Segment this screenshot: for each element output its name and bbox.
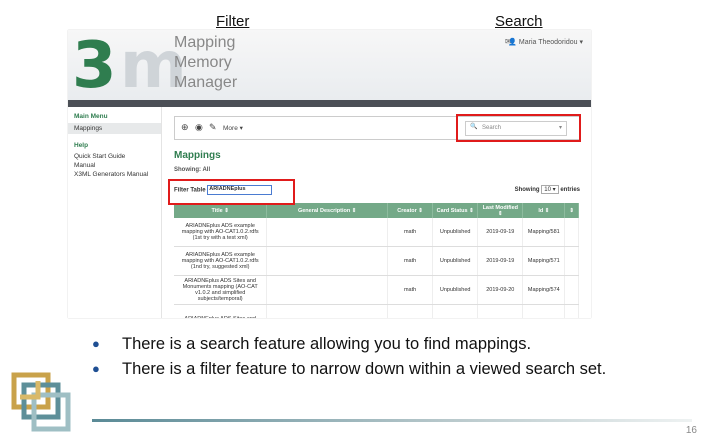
table-row[interactable]: ARIADNEplus ADS example mapping with AO-… [174, 246, 579, 276]
footer-divider [92, 419, 692, 422]
search-highlight-box [456, 114, 581, 142]
cell-modified: 2019-09-19 [477, 218, 524, 247]
cell-creator [387, 304, 434, 318]
table-row[interactable]: ARIADNEplus ADS Sites and [174, 304, 579, 318]
app-title-line-2: Memory [174, 54, 232, 71]
cell-id: Mapping/581 [522, 218, 566, 247]
cell-id [522, 304, 566, 318]
app-header: 3 m Mapping Memory Manager ✉ 👤 Maria The… [68, 30, 591, 107]
showing-label: Showing [514, 187, 540, 193]
mappings-table: Title ⇕ General Description ⇕ Creator ⇕ … [174, 203, 579, 318]
sidebar-item-x3ml-manual[interactable]: X3ML Generators Manual [68, 170, 161, 179]
bullet-item: ● There is a filter feature to narrow dow… [92, 359, 702, 384]
col-title[interactable]: Title ⇕ [174, 203, 268, 218]
bullet-item: ● There is a search feature allowing you … [92, 334, 702, 359]
cell-description [266, 218, 389, 247]
user-menu[interactable]: 👤 Maria Theodoridou ▾ [508, 38, 583, 46]
cell-id: Mapping/574 [522, 275, 566, 305]
page-number: 16 [685, 425, 697, 436]
bullet-dot-icon: ● [92, 361, 100, 376]
cell-extra [564, 275, 579, 305]
cell-description [266, 304, 389, 318]
main-menu-heading: Main Menu [74, 113, 108, 120]
cell-extra [564, 246, 579, 276]
logo-3: 3 [72, 30, 116, 103]
cell-modified: 2019-09-20 [477, 275, 524, 305]
cell-creator: math [387, 246, 434, 276]
showing-all-label: Showing: All [174, 167, 211, 173]
cell-status: Unpublished [432, 218, 479, 247]
sidebar: Main Menu Mappings Help Quick Start Guid… [68, 107, 162, 318]
bullet-text: There is a search feature allowing you t… [122, 335, 532, 353]
col-extra[interactable]: ⇕ [564, 203, 579, 218]
col-id[interactable]: Id ⇕ [522, 203, 566, 218]
app-title-line-1: Mapping [174, 34, 236, 51]
cell-status: Unpublished [432, 246, 479, 276]
page-title: Mappings [174, 150, 221, 161]
table-row[interactable]: ARIADNEplus ADS Sites and Monuments mapp… [174, 275, 579, 305]
search-callout-label: Search [495, 13, 543, 30]
app-title-line-3: Manager [174, 74, 238, 91]
cell-creator: math [387, 218, 434, 247]
filter-callout-label: Filter [216, 13, 250, 30]
cell-id: Mapping/571 [522, 246, 566, 276]
filter-highlight-box [168, 179, 295, 205]
bullet-text: There is a filter feature to narrow down… [122, 360, 607, 378]
col-general-description[interactable]: General Description ⇕ [266, 203, 389, 218]
cell-title[interactable]: ARIADNEplus ADS Sites and [174, 304, 268, 318]
bullet-dot-icon: ● [92, 336, 100, 351]
table-row[interactable]: ARIADNEplus ADS example mapping with AO-… [174, 218, 579, 247]
cell-modified: 2019-09-19 [477, 246, 524, 276]
sidebar-item-manual[interactable]: Manual [68, 161, 161, 170]
view-icon[interactable]: ◉ [195, 122, 203, 133]
cell-modified [477, 304, 524, 318]
user-icon: 👤 [508, 39, 517, 46]
chevron-down-icon: ▾ [579, 39, 583, 46]
cell-creator: math [387, 275, 434, 305]
col-card-status[interactable]: Card Status ⇕ [432, 203, 479, 218]
cell-title[interactable]: ARIADNEplus ADS example mapping with AO-… [174, 246, 268, 276]
col-creator[interactable]: Creator ⇕ [387, 203, 434, 218]
bullet-list: ● There is a search feature allowing you … [92, 334, 702, 384]
help-heading: Help [74, 142, 89, 149]
entries-select[interactable]: 10 ▾ [541, 185, 559, 194]
cell-status: Unpublished [432, 275, 479, 305]
app-screenshot: 3 m Mapping Memory Manager ✉ 👤 Maria The… [68, 30, 591, 318]
more-menu[interactable]: More ▾ [223, 124, 243, 132]
sidebar-item-quick-start[interactable]: Quick Start Guide [68, 152, 161, 161]
table-header-row: Title ⇕ General Description ⇕ Creator ⇕ … [174, 203, 579, 218]
cell-extra [564, 304, 579, 318]
user-name: Maria Theodoridou [518, 39, 578, 46]
cell-title[interactable]: ARIADNEplus ADS Sites and Monuments mapp… [174, 275, 268, 305]
cell-description [266, 275, 389, 305]
add-icon[interactable]: ⊕ [181, 122, 189, 133]
edit-icon[interactable]: ✎ [209, 122, 217, 133]
sidebar-item-mappings[interactable]: Mappings [68, 123, 161, 134]
cell-status [432, 304, 479, 318]
cell-description [266, 246, 389, 276]
entries-label: entries [560, 187, 580, 193]
cell-title[interactable]: ARIADNEplus ADS example mapping with AO-… [174, 218, 268, 247]
corner-knot-logo [11, 372, 71, 432]
entries-control: Showing 10 ▾ entries [515, 185, 580, 194]
col-last-modified[interactable]: Last Modified ⇕ [477, 203, 524, 218]
cell-extra [564, 218, 579, 247]
